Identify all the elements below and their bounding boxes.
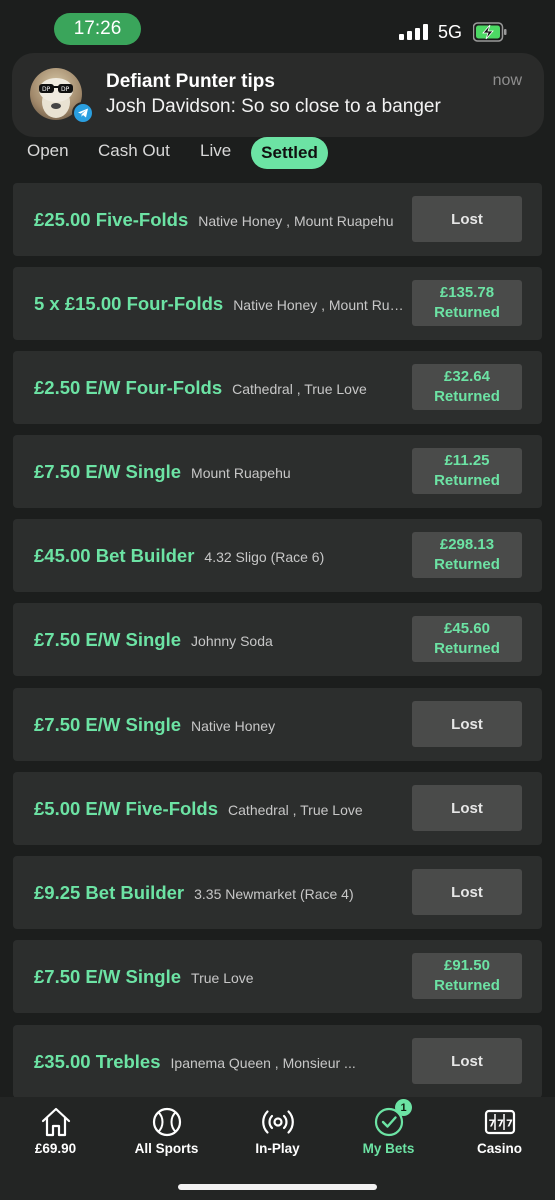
bet-selection: 4.32 Sligo (Race 6) [204,548,325,565]
status-time: 17:26 [54,13,141,45]
bet-selection: Mount Ruapehu [191,464,291,481]
bet-status-label: Returned [434,388,500,405]
bet-selection: Johnny Soda [191,632,273,649]
bet-status-button[interactable]: £45.60 Returned [412,616,522,662]
bet-row[interactable]: £9.25 Bet Builder 3.35 Newmarket (Race 4)… [13,856,542,929]
bet-selection: Ipanema Queen , Monsieur ... [170,1054,356,1071]
nav-label-all-sports: All Sports [134,1141,199,1156]
bet-selection: True Love [191,969,254,986]
nav-label-in-play: In-Play [255,1141,300,1156]
tab-open[interactable]: Open [27,141,69,161]
live-signal-icon [261,1110,294,1134]
bet-status-label: Lost [451,715,483,733]
bet-status-label: Lost [451,799,483,817]
bet-row[interactable]: £7.50 E/W Single Native Honey Lost [13,688,542,761]
battery-charging-icon [473,22,507,42]
bet-stake: £5.00 E/W Five-Folds [34,797,219,819]
bet-row[interactable]: 5 x £15.00 Four-Folds Native Honey , Moun… [13,267,542,340]
bet-selection: 3.35 Newmarket (Race 4) [194,885,354,902]
nav-home[interactable]: £69.90 [0,1097,111,1167]
tab-settled[interactable]: Settled [251,137,328,169]
signal-icon [399,24,428,40]
bet-selection: Cathedral , True Love [228,801,363,818]
bet-status-label: Returned [434,977,500,994]
nav-label-my-bets: My Bets [362,1141,415,1156]
my-bets-count-badge: 1 [395,1099,412,1116]
bet-status-label: Lost [451,210,483,228]
bet-row[interactable]: £7.50 E/W Single Mount Ruapehu £11.25 Retu… [13,435,542,508]
bet-selection: Native Honey [191,717,276,734]
notification-body: Josh Davidson: So so close to a banger [106,96,441,117]
home-icon [41,1107,70,1137]
bet-row[interactable]: £7.50 E/W Single Johnny Soda £45.60 Return… [13,603,542,676]
svg-text:DP: DP [42,86,51,93]
bet-stake: £7.50 E/W Single [34,460,182,482]
bet-tabs: Open Cash Out Live Settled [0,137,555,171]
bet-status-button[interactable]: Lost [412,869,522,915]
bet-status-button[interactable]: Lost [412,196,522,242]
bet-status-button[interactable]: Lost [412,785,522,831]
bet-return-amount: £298.13 [439,536,495,553]
svg-text:7: 7 [497,1119,504,1130]
bet-stake: £7.50 E/W Single [34,713,182,735]
bet-return-amount: £32.64 [444,368,490,385]
bet-selection: Native Honey , Mount Ruapehu [233,296,404,313]
bet-return-amount: £91.50 [444,957,490,974]
notification-title: Defiant Punter tips [106,71,275,92]
slot-machine-icon: 7 7 7 [484,1109,515,1135]
bet-row[interactable]: £45.00 Bet Builder 4.32 Sligo (Race 6) £2… [13,519,542,592]
bet-status-button[interactable]: £32.64 Returned [412,364,522,410]
bet-stake: 5 x £15.00 Four-Folds [34,292,224,314]
bet-stake: £25.00 Five-Folds [34,208,189,230]
bet-stake: £7.50 E/W Single [34,965,182,987]
bet-status-button[interactable]: £11.25 Returned [412,448,522,494]
bet-return-amount: £135.78 [439,284,495,301]
bet-stake: £35.00 Trebles [34,1050,161,1072]
bet-return-amount: £45.60 [444,620,490,637]
bet-stake: £9.25 Bet Builder [34,881,185,903]
bet-row[interactable]: £2.50 E/W Four-Folds Cathedral , True Lov… [13,351,542,424]
bet-status-button[interactable]: Lost [412,1038,522,1084]
nav-my-bets[interactable]: 1 My Bets [333,1097,444,1167]
bet-selection: Cathedral , True Love [232,380,367,397]
svg-text:DP: DP [61,86,70,93]
telegram-icon [72,102,94,124]
bet-stake: £7.50 E/W Single [34,628,182,650]
network-type: 5G [438,22,463,42]
svg-text:7: 7 [506,1119,513,1130]
tab-cash-out[interactable]: Cash Out [98,141,170,161]
tab-live[interactable]: Live [200,141,231,161]
bet-row[interactable]: £25.00 Five-Folds Native Honey , Mount Ru… [13,183,542,256]
bet-status-button[interactable]: £298.13 Returned [412,532,522,578]
notification-time: now [492,72,522,89]
bet-stake: £45.00 Bet Builder [34,544,195,566]
bet-status-button[interactable]: £135.78 Returned [412,280,522,326]
bet-return-amount: £11.25 [444,452,490,469]
nav-label-casino: Casino [476,1141,522,1156]
nav-in-play[interactable]: In-Play [222,1097,333,1167]
bet-status-label: Returned [434,304,500,321]
bet-status-button[interactable]: £91.50 Returned [412,953,522,999]
ball-icon [152,1107,181,1137]
nav-casino[interactable]: 7 7 7 Casino [444,1097,555,1167]
bet-row[interactable]: £5.00 E/W Five-Folds Cathedral , True Lov… [13,772,542,845]
svg-text:7: 7 [488,1119,495,1130]
notification-banner[interactable]: DP DP Defiant Punter tips Josh Davidson:… [12,53,544,137]
bet-status-label: Lost [451,883,483,901]
bet-status-label: Returned [434,472,500,489]
bet-status-label: Lost [451,1052,483,1070]
home-indicator[interactable] [178,1184,377,1190]
bet-selection: Native Honey , Mount Ruapehu [198,212,394,229]
bet-status-button[interactable]: Lost [412,701,522,747]
bet-row[interactable]: £7.50 E/W Single True Love £91.50 Returned [13,940,542,1013]
bet-status-label: Returned [434,556,500,573]
bet-row[interactable]: £35.00 Trebles Ipanema Queen , Monsieur .… [13,1025,542,1098]
status-bar: 17:26 5G [0,0,555,58]
nav-label-balance: £69.90 [34,1141,77,1156]
bet-status-label: Returned [434,640,500,657]
bet-stake: £2.50 E/W Four-Folds [34,376,223,398]
nav-all-sports[interactable]: All Sports [111,1097,222,1167]
